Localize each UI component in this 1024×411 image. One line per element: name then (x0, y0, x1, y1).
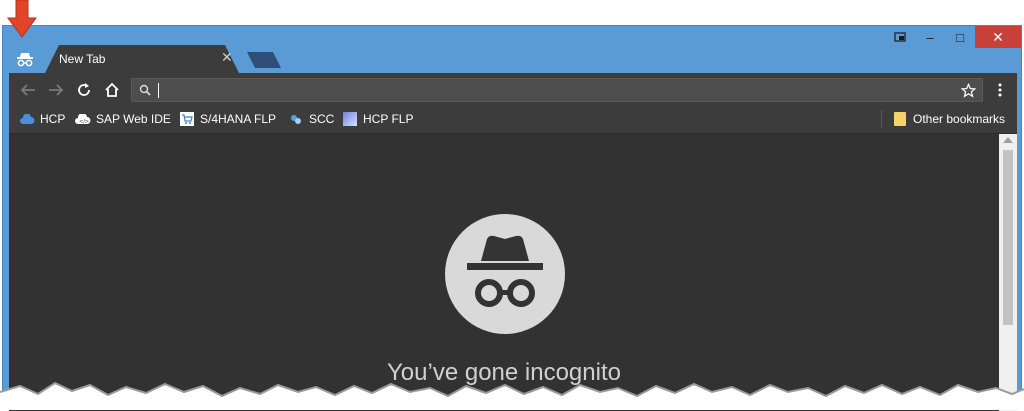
torn-edge-decoration (0, 381, 1024, 410)
